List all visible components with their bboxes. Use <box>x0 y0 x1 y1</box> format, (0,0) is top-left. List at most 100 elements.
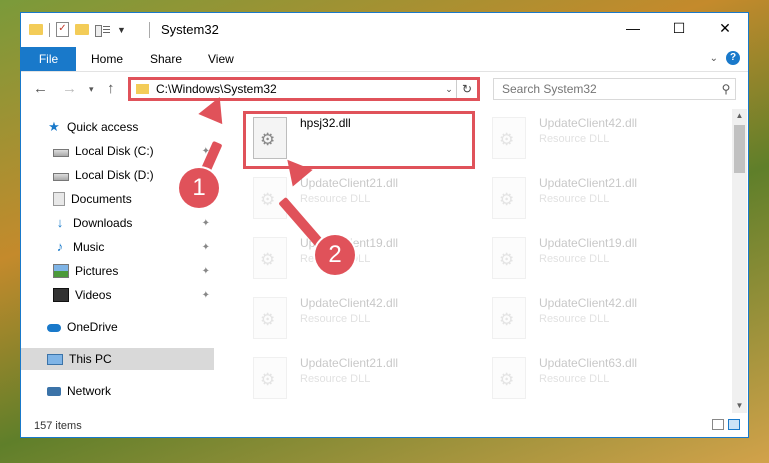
file-name: hpsj32.dll <box>300 116 351 130</box>
tab-share[interactable]: Share <box>150 47 182 71</box>
file-name: UpdateClient42.dll <box>539 296 638 310</box>
chevron-down-icon[interactable]: ⌄ <box>710 53 718 64</box>
sidebar-item-music[interactable]: ♪ Music ✦ <box>21 236 214 258</box>
sidebar-item-downloads[interactable]: ↓ Downloads ✦ <box>21 212 214 234</box>
dll-file-icon <box>253 177 287 219</box>
maximize-button[interactable]: ☐ <box>656 13 702 43</box>
forward-arrow-icon[interactable]: → <box>62 80 77 97</box>
divider <box>49 22 50 37</box>
sidebar-item-local-disk-c[interactable]: Local Disk (C:) ✦ <box>21 140 214 162</box>
file-explorer-window: ✓ ▼ System32 — ☐ ✕ File Home Share View … <box>20 12 749 438</box>
pin-icon: ✦ <box>201 217 210 229</box>
item-count: 157 items <box>34 420 82 432</box>
file-type: Resource DLL <box>539 253 610 265</box>
tab-file[interactable]: File <box>21 47 76 71</box>
new-folder-icon[interactable] <box>75 24 89 35</box>
sidebar-item-pictures[interactable]: Pictures ✦ <box>21 260 214 282</box>
list-item[interactable]: UpdateClient21.dll Resource DLL <box>482 173 707 223</box>
sidebar-item-videos[interactable]: Videos ✦ <box>21 284 214 306</box>
file-name: UpdateClient63.dll <box>539 356 638 370</box>
list-item[interactable]: UpdateClient42.dll Resource DLL <box>482 113 707 163</box>
view-switcher <box>712 419 740 430</box>
ribbon-controls: ⌄ ? <box>710 51 740 65</box>
search-box[interactable]: ⚲ <box>493 78 736 100</box>
sidebar-item-label: Pictures <box>75 264 119 278</box>
sidebar-item-quick-access[interactable]: ★ Quick access <box>21 116 214 138</box>
list-item[interactable]: UpdateClient63.dll Resource DLL <box>482 353 707 403</box>
dll-file-icon <box>492 177 526 219</box>
downloads-icon: ↓ <box>56 215 64 230</box>
title-bar: ✓ ▼ System32 — ☐ ✕ <box>21 13 748 47</box>
folder-icon <box>29 24 43 35</box>
close-button[interactable]: ✕ <box>702 13 748 43</box>
tiles-view-icon[interactable] <box>728 419 740 430</box>
pin-icon: ✦ <box>201 241 210 253</box>
details-view-icon[interactable] <box>712 419 724 430</box>
up-arrow-icon[interactable]: ↑ <box>107 80 115 97</box>
sidebar-item-label: Local Disk (C:) <box>75 144 154 158</box>
window-controls: — ☐ ✕ <box>610 13 748 43</box>
scrollbar-thumb[interactable] <box>734 125 745 173</box>
pictures-icon <box>53 264 69 278</box>
minimize-button[interactable]: — <box>610 13 656 43</box>
sidebar-item-onedrive[interactable]: OneDrive <box>21 316 214 338</box>
file-type: Resource DLL <box>300 313 371 325</box>
file-name: UpdateClient21.dll <box>539 176 638 190</box>
file-type: Resource DLL <box>539 133 610 145</box>
file-name: UpdateClient42.dll <box>539 116 638 130</box>
tab-home[interactable]: Home <box>91 47 123 71</box>
list-item[interactable]: UpdateClient19.dllResource DLL <box>243 233 468 283</box>
search-input[interactable] <box>494 81 717 97</box>
ribbon-tabs: File Home Share View ⌄ ? <box>21 47 748 72</box>
list-item[interactable]: UpdateClient21.dll Resource DLL <box>243 353 468 403</box>
file-type: Resource DLL <box>539 373 610 385</box>
navigation-pane: ★ Quick access Local Disk (C:) ✦ Local D… <box>21 109 214 413</box>
window-title: System32 <box>161 22 219 37</box>
properties-icon[interactable] <box>95 24 111 37</box>
refresh-icon[interactable]: ↻ <box>456 80 477 98</box>
list-item[interactable]: UpdateClient42.dll Resource DLL <box>243 293 468 343</box>
file-name: UpdateClient19.dll <box>539 236 638 250</box>
customize-toolbar-chevron-icon[interactable]: ▼ <box>117 25 126 35</box>
recent-locations-chevron-icon[interactable]: ▾ <box>89 84 94 95</box>
sidebar-item-label: Local Disk (D:) <box>75 168 154 182</box>
file-type: Resource DLL <box>300 373 371 385</box>
music-icon: ♪ <box>56 239 64 254</box>
sidebar-item-network[interactable]: Network <box>21 380 214 402</box>
back-arrow-icon[interactable]: ← <box>33 80 48 97</box>
dll-file-icon <box>492 297 526 339</box>
list-item[interactable]: UpdateClient42.dll Resource DLL <box>482 293 707 343</box>
file-name: UpdateClient21.dll <box>300 356 399 370</box>
file-item-hpsj32[interactable]: hpsj32.dll <box>243 113 468 163</box>
dll-file-icon <box>253 117 287 159</box>
file-name: UpdateClient21.dll <box>300 176 399 190</box>
address-bar[interactable]: C:\Windows\System32 ⌄ ↻ <box>128 77 480 101</box>
file-type: Resource DLL <box>300 193 371 205</box>
vertical-scrollbar[interactable]: ▲ ▼ <box>732 109 747 413</box>
status-bar: 157 items <box>21 415 748 437</box>
folder-icon <box>136 84 149 94</box>
callout-number-1: 1 <box>179 168 219 208</box>
scroll-down-icon[interactable]: ▼ <box>732 399 747 413</box>
dll-file-icon <box>492 357 526 399</box>
dll-file-icon <box>253 357 287 399</box>
list-item[interactable]: UpdateClient19.dll Resource DLL <box>482 233 707 283</box>
search-icon[interactable]: ⚲ <box>717 82 735 96</box>
file-type: Resource DLL <box>539 313 610 325</box>
address-path[interactable]: C:\Windows\System32 <box>156 82 442 96</box>
list-item[interactable]: UpdateClient21.dll Resource DLL <box>243 173 468 223</box>
sidebar-item-label: Documents <box>71 192 132 206</box>
drive-icon <box>53 172 69 181</box>
tab-view[interactable]: View <box>208 47 234 71</box>
properties-checkmark-icon[interactable]: ✓ <box>56 22 69 37</box>
address-history-chevron-icon[interactable]: ⌄ <box>442 84 456 95</box>
scroll-up-icon[interactable]: ▲ <box>732 109 747 123</box>
sidebar-item-label: This PC <box>69 352 112 366</box>
dll-file-icon <box>253 237 287 279</box>
help-icon[interactable]: ? <box>726 51 740 65</box>
dll-file-icon <box>492 117 526 159</box>
star-icon: ★ <box>48 119 60 134</box>
documents-icon <box>53 192 65 206</box>
network-icon <box>47 386 61 396</box>
sidebar-item-this-pc[interactable]: This PC <box>21 348 214 370</box>
